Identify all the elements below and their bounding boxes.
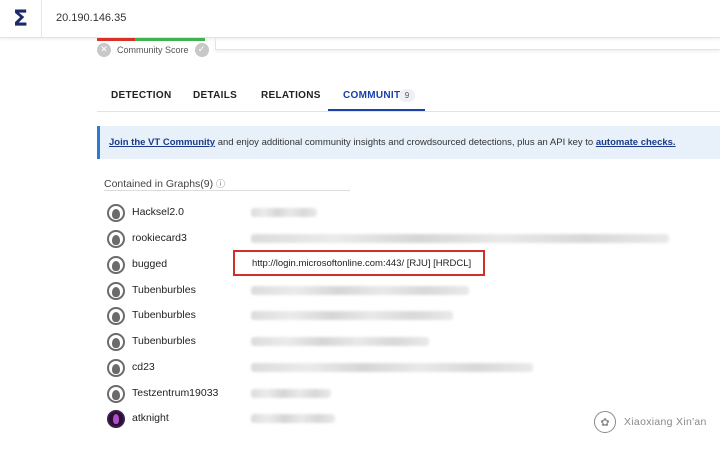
graph-row[interactable]: Hacksel2.0 xyxy=(105,200,705,224)
watermark: ✿ Xiaoxiang Xin'an xyxy=(594,411,707,433)
community-count-badge: 9 xyxy=(399,89,415,102)
avatar[interactable] xyxy=(107,204,125,222)
summary-card-edge xyxy=(215,38,720,50)
avatar[interactable] xyxy=(107,230,125,248)
graph-author[interactable]: Testzentrum19033 xyxy=(132,387,218,399)
graph-author[interactable]: Tubenburbles xyxy=(132,309,196,321)
graph-row[interactable]: Tubenburbles xyxy=(105,278,705,302)
graph-title-redacted[interactable] xyxy=(251,311,453,320)
watermark-text: Xiaoxiang Xin'an xyxy=(624,416,707,428)
tab-details[interactable]: DETAILS xyxy=(193,90,237,101)
community-score-bar xyxy=(97,38,205,41)
community-score: ✕ Community Score ✓ xyxy=(97,43,209,57)
join-community-link[interactable]: Join the VT Community xyxy=(109,137,215,148)
avatar[interactable] xyxy=(107,256,125,274)
avatar[interactable] xyxy=(107,359,125,377)
wechat-icon: ✿ xyxy=(594,411,616,433)
tab-community[interactable]: COMMUNITY xyxy=(343,90,407,101)
highlight-annotation-box xyxy=(233,250,485,276)
graph-author[interactable]: atknight xyxy=(132,412,169,424)
tab-detection[interactable]: DETECTION xyxy=(111,90,171,101)
graph-row[interactable]: cd23 xyxy=(105,355,705,379)
section-title: Contained in Graphs(9) ⓘ xyxy=(104,177,225,190)
graph-row[interactable]: Tubenburbles xyxy=(105,303,705,327)
avatar[interactable] xyxy=(107,282,125,300)
graph-author[interactable]: Tubenburbles xyxy=(132,335,196,347)
graph-title-redacted[interactable] xyxy=(251,208,317,217)
graph-title-redacted[interactable] xyxy=(251,286,469,295)
graph-author[interactable]: Hacksel2.0 xyxy=(132,206,184,218)
graph-title-redacted[interactable] xyxy=(251,414,335,423)
automate-checks-link[interactable]: automate checks. xyxy=(596,137,676,148)
section-divider xyxy=(104,190,350,191)
info-icon[interactable]: ⓘ xyxy=(216,180,225,190)
graph-title-redacted[interactable] xyxy=(251,234,669,243)
community-banner: Join the VT Community and enjoy addition… xyxy=(97,126,720,159)
avatar[interactable] xyxy=(107,410,125,428)
graph-author[interactable]: cd23 xyxy=(132,361,155,373)
top-bar: Σ 20.190.146.35 xyxy=(0,0,720,38)
graph-title-redacted[interactable] xyxy=(251,389,331,398)
avatar[interactable] xyxy=(107,333,125,351)
score-bar-negative xyxy=(97,38,135,41)
graph-author[interactable]: rookiecard3 xyxy=(132,232,187,244)
virustotal-logo[interactable]: Σ xyxy=(0,0,42,38)
community-score-label: Community Score xyxy=(117,45,189,55)
graph-row[interactable]: rookiecard3 xyxy=(105,226,705,250)
graph-title-redacted[interactable] xyxy=(251,363,533,372)
tab-relations[interactable]: RELATIONS xyxy=(261,90,321,101)
graph-title-redacted[interactable] xyxy=(251,337,429,346)
graph-author[interactable]: bugged xyxy=(132,258,167,270)
score-bar-positive xyxy=(135,38,205,41)
tab-bar: DETECTION DETAILS RELATIONS COMMUNITY 9 xyxy=(97,84,720,112)
active-tab-indicator xyxy=(328,109,425,111)
avatar[interactable] xyxy=(107,385,125,403)
downvote-icon[interactable]: ✕ xyxy=(97,43,111,57)
section-title-text: Contained in Graphs(9) xyxy=(104,178,214,190)
banner-text: and enjoy additional community insights … xyxy=(215,137,596,148)
avatar[interactable] xyxy=(107,307,125,325)
graph-row[interactable]: Tubenburbles xyxy=(105,329,705,353)
graph-row[interactable]: Testzentrum19033 xyxy=(105,381,705,405)
upvote-icon[interactable]: ✓ xyxy=(194,43,209,57)
graph-author[interactable]: Tubenburbles xyxy=(132,284,196,296)
search-input[interactable]: 20.190.146.35 xyxy=(56,12,126,24)
